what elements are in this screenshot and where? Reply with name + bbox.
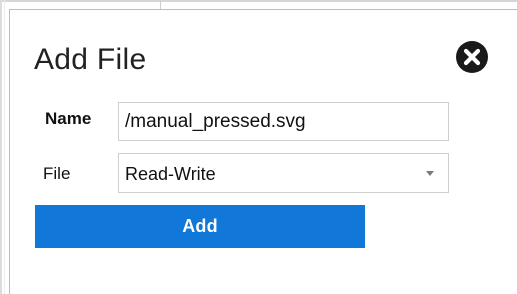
name-input[interactable] <box>118 102 449 141</box>
close-button[interactable] <box>455 40 489 74</box>
dialog-title: Add File <box>34 43 147 76</box>
background-divider-left <box>4 0 5 294</box>
name-label: Name <box>45 109 92 128</box>
screen: Add File Name File Read-Write Add <box>0 0 517 294</box>
background-window-edge-left <box>0 0 2 294</box>
file-label: File <box>43 164 71 183</box>
add-file-dialog: Add File Name File Read-Write Add <box>9 9 517 294</box>
add-button[interactable]: Add <box>35 205 365 248</box>
chevron-down-icon <box>426 171 434 176</box>
file-mode-selected-value: Read-Write <box>125 164 216 184</box>
background-window-edge <box>0 0 517 2</box>
close-circle-icon <box>456 41 488 73</box>
file-mode-select[interactable]: Read-Write <box>118 153 449 193</box>
